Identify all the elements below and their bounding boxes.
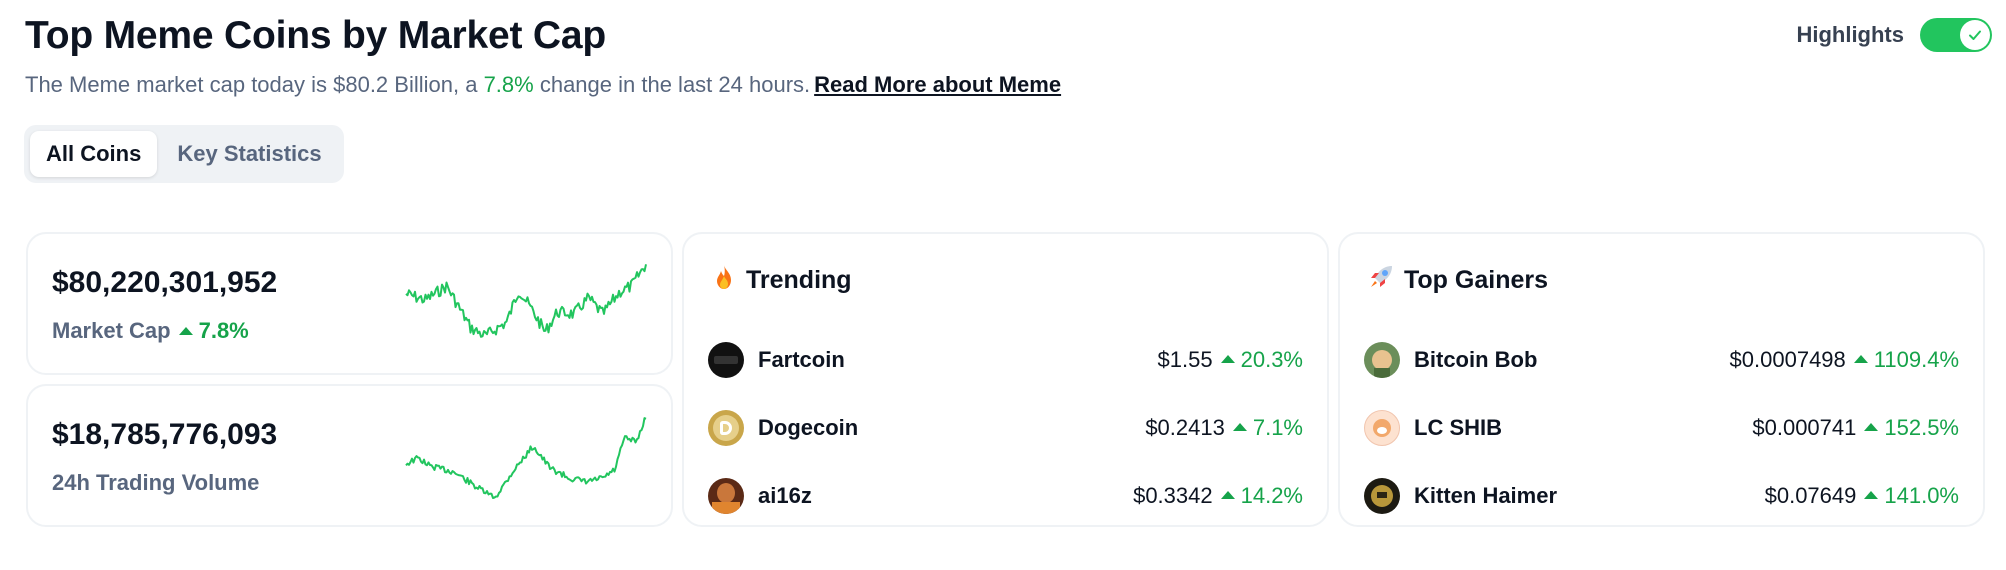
top-gainers-card: Top Gainers Bitcoin Bob $0.0007498 1109.4… xyxy=(1338,232,1985,527)
market-cap-change: 7.8% xyxy=(198,318,249,343)
caret-up-icon xyxy=(1864,422,1879,431)
ai16z-logo xyxy=(708,478,744,514)
rocket-icon xyxy=(1368,264,1394,297)
coin-name: Fartcoin xyxy=(758,347,845,372)
highlights-toggle[interactable] xyxy=(1920,18,1992,52)
top-gainers-list: Bitcoin Bob $0.0007498 1109.4% LC SHIB $0… xyxy=(1364,326,1959,530)
trending-item[interactable]: Dogecoin $0.2413 7.1% xyxy=(708,394,1303,462)
highlights-control: Highlights xyxy=(1796,18,1992,52)
coin-price: $1.55 xyxy=(1157,347,1213,372)
trading-volume-sparkline xyxy=(405,417,647,499)
summary-prefix: The Meme market cap today is $80.2 Billi… xyxy=(25,72,484,97)
coin-name: LC SHIB xyxy=(1414,415,1502,440)
coin-name: Kitten Haimer xyxy=(1414,483,1558,508)
coin-change: 141.0% xyxy=(1884,483,1959,508)
bitcoin-bob-logo xyxy=(1364,342,1400,378)
lc-shib-logo xyxy=(1364,410,1400,446)
trading-volume-label: 24h Trading Volume xyxy=(52,470,260,495)
caret-up-icon xyxy=(1232,422,1247,431)
coin-change: 1109.4% xyxy=(1873,347,1959,372)
fartcoin-logo xyxy=(708,342,744,378)
dogecoin-logo xyxy=(708,410,744,446)
coin-price: $0.07649 xyxy=(1764,483,1857,508)
coin-change: 14.2% xyxy=(1240,483,1303,508)
coin-price: $0.2413 xyxy=(1145,415,1225,440)
coin-change: 20.3% xyxy=(1240,347,1303,372)
market-cap-label: Market Cap xyxy=(52,318,171,343)
trading-volume-value: $18,785,776,093 xyxy=(52,418,278,451)
gainer-item[interactable]: Bitcoin Bob $0.0007498 1109.4% xyxy=(1364,326,1959,394)
trending-title: Trending xyxy=(746,266,852,294)
market-cap-card: $80,220,301,952 Market Cap 7.8% xyxy=(26,232,673,375)
trending-item[interactable]: Fartcoin $1.55 20.3% xyxy=(708,326,1303,394)
view-tabs: All Coins Key Statistics xyxy=(24,125,344,183)
kitten-haimer-logo xyxy=(1364,478,1400,514)
trending-item[interactable]: ai16z $0.3342 14.2% xyxy=(708,462,1303,530)
fire-icon xyxy=(712,264,736,297)
caret-up-icon xyxy=(1220,354,1235,363)
gainer-item[interactable]: Kitten Haimer $0.07649 141.0% xyxy=(1364,462,1959,530)
trending-card: Trending Fartcoin $1.55 20.3% Dogecoin $0… xyxy=(682,232,1329,527)
page-title: Top Meme Coins by Market Cap xyxy=(25,14,606,57)
summary-change: 7.8% xyxy=(483,72,534,97)
trading-volume-card: $18,785,776,093 24h Trading Volume xyxy=(26,384,673,527)
market-cap-value: $80,220,301,952 xyxy=(52,266,278,299)
read-more-link[interactable]: Read More about Meme xyxy=(814,72,1061,97)
coin-price: $0.0007498 xyxy=(1729,347,1846,372)
market-summary: The Meme market cap today is $80.2 Billi… xyxy=(25,72,1061,98)
coin-name: ai16z xyxy=(758,483,812,508)
caret-up-icon xyxy=(1864,490,1879,499)
tab-key-statistics[interactable]: Key Statistics xyxy=(161,131,337,177)
highlights-label: Highlights xyxy=(1796,22,1904,47)
tab-all-coins[interactable]: All Coins xyxy=(30,131,158,177)
coin-price: $0.3342 xyxy=(1133,483,1213,508)
coin-change: 7.1% xyxy=(1252,415,1303,440)
top-gainers-title: Top Gainers xyxy=(1404,266,1549,294)
check-icon xyxy=(1960,20,1990,50)
market-cap-sparkline xyxy=(405,264,647,338)
caret-up-icon xyxy=(1853,354,1868,363)
gainer-item[interactable]: LC SHIB $0.000741 152.5% xyxy=(1364,394,1959,462)
market-cap-label-row: Market Cap 7.8% xyxy=(52,318,249,344)
trending-list: Fartcoin $1.55 20.3% Dogecoin $0.2413 7.1%… xyxy=(708,326,1303,530)
coin-name: Dogecoin xyxy=(758,415,859,440)
caret-up-icon xyxy=(178,326,193,335)
caret-up-icon xyxy=(1220,490,1235,499)
trending-title-row: Trending xyxy=(712,264,852,297)
top-gainers-title-row: Top Gainers xyxy=(1368,264,1548,297)
summary-suffix: change in the last 24 hours. xyxy=(533,72,811,97)
coin-change: 152.5% xyxy=(1884,415,1959,440)
coin-price: $0.000741 xyxy=(1752,415,1857,440)
coin-name: Bitcoin Bob xyxy=(1414,347,1538,372)
